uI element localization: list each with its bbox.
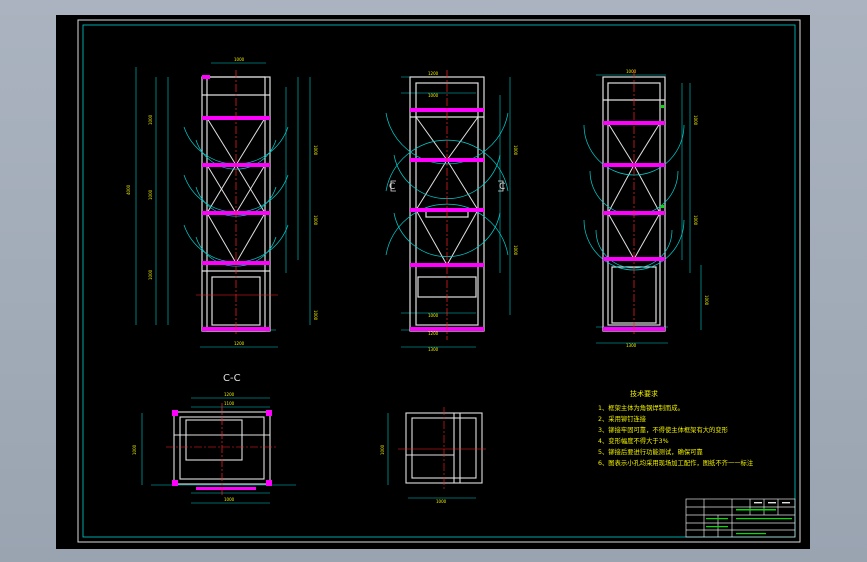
svg-text:1100: 1100 [224,401,235,406]
section-label: C-C [223,373,241,384]
svg-text:1000: 1000 [428,93,439,98]
svg-text:1300: 1300 [428,347,439,352]
svg-text:1000: 1000 [132,444,137,455]
svg-text:1000: 1000 [513,245,518,256]
top-view: 1000 1000 [380,407,486,504]
svg-text:1000: 1000 [148,189,153,200]
svg-text:1000: 1000 [428,313,439,318]
svg-text:1000: 1000 [704,295,709,306]
svg-text:1000: 1000 [313,310,318,321]
front-view: 4000 1000 1000 1000 1000 1000 1000 1000 … [126,57,318,348]
svg-text:1000: 1000 [513,145,518,156]
svg-text:1000: 1000 [693,215,698,226]
right-view: 1000 1200 1300 1000 1000 1000 [583,69,709,348]
drawing-sheet[interactable]: 4000 1000 1000 1000 1000 1000 1000 1000 … [56,15,810,549]
svg-text:1300: 1300 [626,343,637,348]
svg-text:1200: 1200 [428,331,439,336]
svg-text:1000: 1000 [626,69,637,74]
svg-text:1000: 1000 [380,444,385,455]
section-mark-left: C [389,182,395,192]
svg-text:1000: 1000 [313,215,318,226]
svg-text:1000: 1000 [436,499,447,504]
drawing-canvas: 4000 1000 1000 1000 1000 1000 1000 1000 … [77,19,801,543]
section-c-view: C-C 1200 1100 1000 1000 [132,373,296,504]
technical-requirements: 技术要求 1、框架主体为角钢焊制而成。 2、采用铆钉连接 3、铆接牢固可靠，不得… [598,389,754,467]
svg-text:1000: 1000 [313,145,318,156]
svg-text:4000: 4000 [126,184,131,195]
requirement-item-6: 6、图表示小孔均采用现场加工配作，图纸不齐一一标注 [598,458,754,467]
requirement-item-2: 2、采用铆钉连接 [598,414,647,423]
requirements-title: 技术要求 [630,389,658,398]
svg-text:1200: 1200 [224,392,235,397]
svg-text:1200: 1200 [234,341,245,346]
title-block [685,498,796,538]
side-view: 1200 1000 1000 1200 1300 1000 1000 C C [385,70,518,352]
svg-text:1000: 1000 [234,57,245,62]
svg-text:1000: 1000 [148,269,153,280]
requirement-item-5: 5、铆接后要进行功能测试，确保可靠 [598,447,703,456]
svg-text:1000: 1000 [693,115,698,126]
requirement-item-3: 3、铆接牢固可靠，不得使主体框架有大的变形 [598,425,729,434]
section-mark-right: C [499,182,505,192]
svg-text:1000: 1000 [148,114,153,125]
requirement-item-1: 1、框架主体为角钢焊制而成。 [598,403,684,412]
svg-text:1200: 1200 [428,71,439,76]
requirement-item-4: 4、变形幅度不得大于3% [598,436,669,445]
cad-viewport[interactable]: 4000 1000 1000 1000 1000 1000 1000 1000 … [0,0,867,562]
svg-text:1000: 1000 [224,497,235,502]
